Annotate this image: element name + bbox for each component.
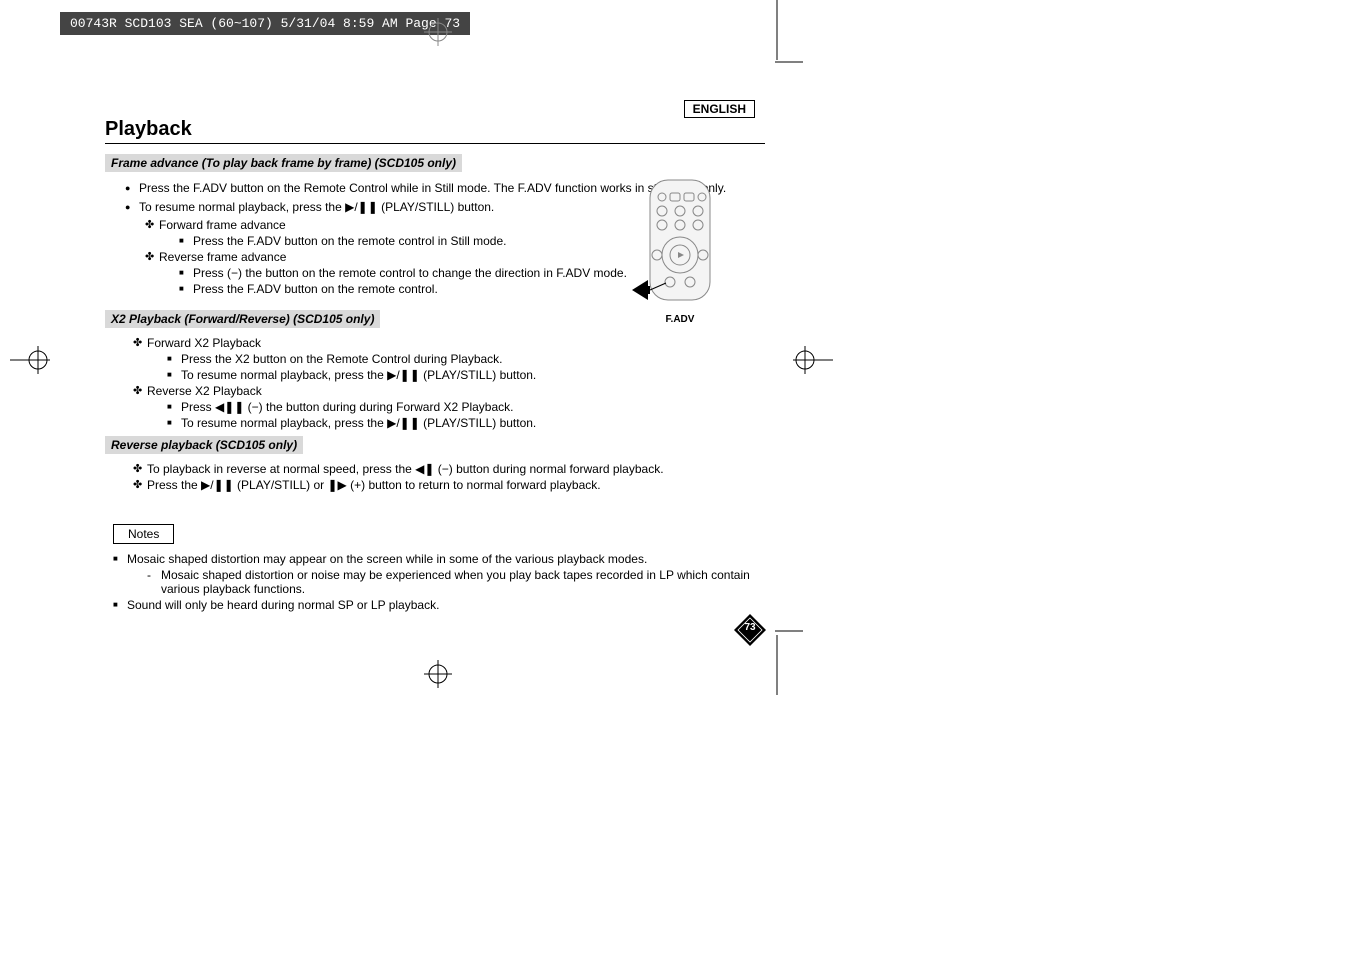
list-item: Forward X2 Playback Press the X2 button …: [133, 336, 765, 382]
language-badge: ENGLISH: [684, 100, 755, 118]
list-item: Sound will only be heard during normal S…: [113, 598, 765, 612]
list-item: Press the ▶/❚❚ (PLAY/STILL) or ❚▶ (+) bu…: [133, 478, 765, 492]
list-item: Mosaic shaped distortion or noise may be…: [147, 568, 765, 596]
registration-mark-top: [424, 18, 452, 49]
list-item: Mosaic shaped distortion may appear on t…: [113, 552, 765, 596]
crop-mark-top-right: [775, 0, 805, 73]
file-imprint: 00743R SCD103 SEA (60~107) 5/31/04 8:59 …: [60, 12, 470, 35]
list-item: To playback in reverse at normal speed, …: [133, 462, 765, 476]
page-title: Playback: [105, 118, 765, 141]
list-x2: Forward X2 Playback Press the X2 button …: [105, 336, 765, 430]
manual-page: 00743R SCD103 SEA (60~107) 5/31/04 8:59 …: [0, 0, 1351, 954]
list-item: Reverse X2 Playback Press ◀❚❚ (−) the bu…: [133, 384, 765, 430]
registration-mark-left: [10, 346, 50, 377]
subheading-frame-advance: Frame advance (To play back frame by fra…: [105, 154, 462, 172]
list-item: Press ◀❚❚ (−) the button during during F…: [167, 400, 765, 414]
registration-mark-bottom: [424, 660, 452, 691]
list-item: To resume normal playback, press the ▶/❚…: [167, 368, 765, 382]
page-number-badge: 73: [732, 612, 768, 651]
notes-section: Notes Mosaic shaped distortion may appea…: [105, 494, 765, 612]
crop-mark-bottom-right: [775, 625, 805, 698]
list-reverse: To playback in reverse at normal speed, …: [105, 462, 765, 492]
notes-label: Notes: [113, 524, 174, 544]
subheading-reverse: Reverse playback (SCD105 only): [105, 436, 303, 454]
notes-list: Mosaic shaped distortion may appear on t…: [105, 552, 765, 612]
list-item: To resume normal playback, press the ▶/❚…: [167, 416, 765, 430]
list-item: Press the X2 button on the Remote Contro…: [167, 352, 765, 366]
registration-mark-right: [793, 346, 833, 377]
page-number: 73: [732, 622, 768, 633]
subheading-x2: X2 Playback (Forward/Reverse) (SCD105 on…: [105, 310, 380, 328]
remote-control-illustration: F.ADV: [630, 175, 730, 325]
title-divider: [105, 143, 765, 144]
